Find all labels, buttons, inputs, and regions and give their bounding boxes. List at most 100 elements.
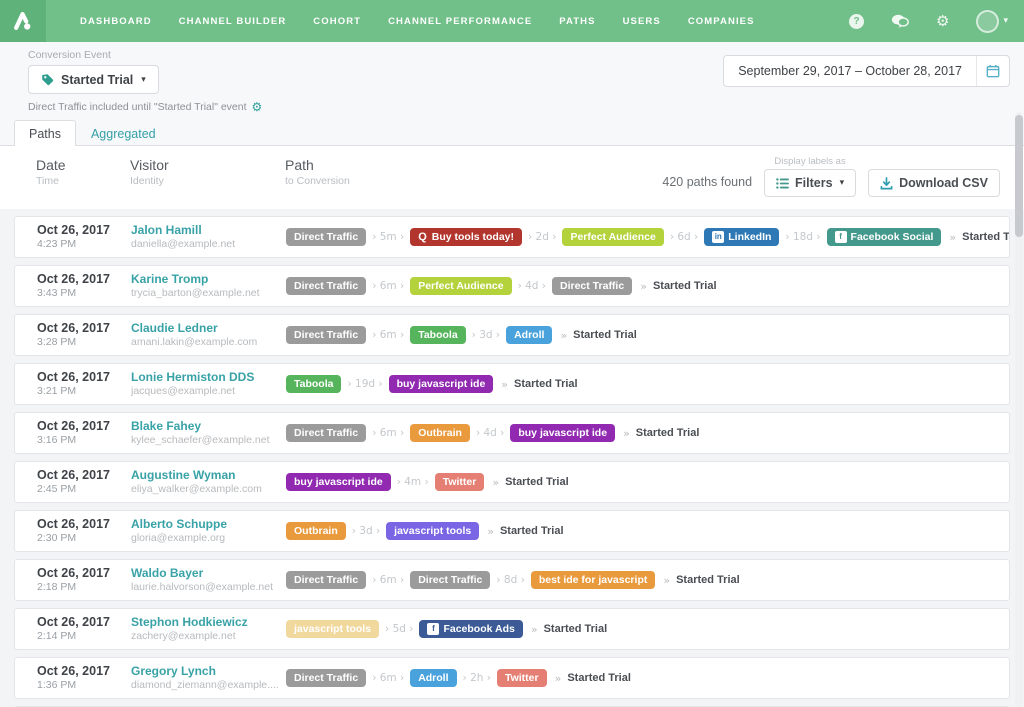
path-badge[interactable]: Perfect Audience: [410, 277, 511, 295]
cell-path: Outbrain› 3d ›javascript tools»Started T…: [286, 522, 1009, 540]
path-badge[interactable]: buy javascript ide: [510, 424, 615, 442]
app-logo[interactable]: [0, 0, 46, 42]
tab-paths[interactable]: Paths: [14, 120, 76, 146]
cell-path: Direct Traffic› 6m ›Direct Traffic› 8d ›…: [286, 571, 1009, 589]
path-badge[interactable]: buy javascript ide: [389, 375, 494, 393]
scrollbar-thumb[interactable]: [1015, 115, 1023, 237]
facebook-icon: f: [835, 231, 847, 243]
header-controls: 420 paths found Display labels as Filter…: [662, 156, 1000, 197]
visitor-name-link[interactable]: Jalon Hamill: [131, 223, 286, 238]
path-badge[interactable]: Perfect Audience: [562, 228, 663, 246]
visitor-name-link[interactable]: Augustine Wyman: [131, 468, 286, 483]
path-badge[interactable]: Taboola: [410, 326, 465, 344]
path-badge[interactable]: Adroll: [410, 669, 456, 687]
gear-icon[interactable]: ⚙: [936, 14, 949, 29]
list-icon: [776, 178, 789, 189]
visitor-name-link[interactable]: Stephon Hodkiewicz: [131, 615, 286, 630]
row-time: 4:23 PM: [37, 238, 131, 251]
path-badge[interactable]: inLinkedIn: [704, 228, 779, 246]
path-badge[interactable]: Direct Traffic: [286, 326, 366, 344]
visitor-name-link[interactable]: Alberto Schuppe: [131, 517, 286, 532]
table-row[interactable]: Oct 26, 20172:45 PMAugustine Wymaneliya_…: [14, 461, 1010, 503]
row-time: 2:14 PM: [37, 630, 131, 643]
table-row[interactable]: Oct 26, 20173:28 PMClaudie Ledneramani.l…: [14, 314, 1010, 356]
table-row[interactable]: Oct 26, 20173:43 PMKarine Tromptrycia_ba…: [14, 265, 1010, 307]
path-badge[interactable]: Twitter: [435, 473, 485, 491]
user-menu[interactable]: ▾: [976, 10, 1008, 33]
nav-item-paths[interactable]: PATHS: [559, 16, 595, 27]
nav-item-cohort[interactable]: COHORT: [313, 16, 361, 27]
path-badge[interactable]: Direct Traffic: [286, 424, 366, 442]
nav-item-users[interactable]: USERS: [623, 16, 661, 27]
row-date: Oct 26, 2017: [37, 517, 131, 532]
table-row[interactable]: Oct 26, 20172:18 PMWaldo Bayerlaurie.hal…: [14, 559, 1010, 601]
help-icon[interactable]: ?: [849, 14, 864, 29]
calendar-icon[interactable]: [976, 56, 1009, 86]
table-row[interactable]: Oct 26, 20172:14 PMStephon Hodkiewiczzac…: [14, 608, 1010, 650]
visitor-name-link[interactable]: Blake Fahey: [131, 419, 286, 434]
nav-item-companies[interactable]: COMPANIES: [688, 16, 755, 27]
cell-date: Oct 26, 20172:45 PM: [37, 468, 131, 496]
table-row[interactable]: Oct 26, 20173:16 PMBlake Faheykylee_scha…: [14, 412, 1010, 454]
date-range-picker[interactable]: September 29, 2017 – October 28, 2017: [723, 55, 1010, 87]
path-badge[interactable]: QBuy tools today!: [410, 228, 522, 246]
cell-visitor: Waldo Bayerlaurie.halvorson@example.net: [131, 566, 286, 594]
path-delay: › 6m ›: [372, 672, 404, 684]
table-row[interactable]: Oct 26, 20171:36 PMGregory Lynchdiamond_…: [14, 657, 1010, 699]
path-badge[interactable]: Outbrain: [410, 424, 470, 442]
path-badge[interactable]: fFacebook Ads: [419, 620, 522, 638]
path-badge[interactable]: Twitter: [497, 669, 547, 687]
conversion-label: Started Trial: [500, 525, 564, 537]
path-badge[interactable]: Direct Traffic: [286, 277, 366, 295]
tab-aggregated[interactable]: Aggregated: [76, 120, 171, 146]
download-csv-button[interactable]: Download CSV: [868, 169, 1000, 197]
row-time: 3:21 PM: [37, 385, 131, 398]
row-time: 2:45 PM: [37, 483, 131, 496]
note-settings-icon[interactable]: ⚙: [252, 101, 263, 113]
attribution-logo-icon: [12, 10, 34, 32]
visitor-email: diamond_ziemann@example....: [131, 679, 279, 692]
table-row[interactable]: Oct 26, 20174:23 PMJalon Hamilldaniella@…: [14, 216, 1010, 258]
double-chevron-icon: »: [487, 525, 494, 538]
visitor-name-link[interactable]: Claudie Ledner: [131, 321, 286, 336]
visitor-name-link[interactable]: Gregory Lynch: [131, 664, 286, 679]
cell-visitor: Jalon Hamilldaniella@example.net: [131, 223, 286, 251]
path-badge[interactable]: fFacebook Social: [827, 228, 942, 246]
scrollbar-track[interactable]: [1015, 112, 1023, 707]
visitor-name-link[interactable]: Karine Tromp: [131, 272, 286, 287]
cell-date: Oct 26, 20174:23 PM: [37, 223, 131, 251]
row-date: Oct 26, 2017: [37, 370, 131, 385]
path-badge[interactable]: Direct Traffic: [552, 277, 632, 295]
cell-visitor: Gregory Lynchdiamond_ziemann@example....: [131, 664, 286, 692]
visitor-name-link[interactable]: Lonie Hermiston DDS: [131, 370, 286, 385]
row-time: 2:30 PM: [37, 532, 131, 545]
path-badge[interactable]: javascript tools: [286, 620, 379, 638]
visitor-name-link[interactable]: Waldo Bayer: [131, 566, 286, 581]
column-visitor: Visitor Identity: [130, 156, 285, 188]
filters-button[interactable]: Filters ▾: [764, 169, 856, 197]
conversion-label: Started Trial: [676, 574, 740, 586]
conversion-label: Started Trial: [636, 427, 700, 439]
table-row[interactable]: Oct 26, 20173:21 PMLonie Hermiston DDSja…: [14, 363, 1010, 405]
path-badge[interactable]: Direct Traffic: [286, 228, 366, 246]
chat-icon[interactable]: [891, 14, 909, 28]
path-badge[interactable]: Adroll: [506, 326, 552, 344]
nav-item-dashboard[interactable]: DASHBOARD: [80, 16, 152, 27]
nav-item-channel-performance[interactable]: CHANNEL PERFORMANCE: [388, 16, 532, 27]
cell-date: Oct 26, 20171:36 PM: [37, 664, 131, 692]
path-badge[interactable]: buy javascript ide: [286, 473, 391, 491]
path-badge[interactable]: Direct Traffic: [410, 571, 490, 589]
path-delay: › 3d ›: [472, 329, 500, 341]
path-badge[interactable]: Taboola: [286, 375, 341, 393]
path-badge[interactable]: Direct Traffic: [286, 669, 366, 687]
conversion-event-button[interactable]: Started Trial ▾: [28, 65, 159, 94]
date-range-value: September 29, 2017 – October 28, 2017: [724, 56, 976, 86]
path-badge[interactable]: Outbrain: [286, 522, 346, 540]
path-badge[interactable]: javascript tools: [386, 522, 479, 540]
path-badge[interactable]: Direct Traffic: [286, 571, 366, 589]
cell-date: Oct 26, 20173:28 PM: [37, 321, 131, 349]
table-row[interactable]: Oct 26, 20172:30 PMAlberto Schuppegloria…: [14, 510, 1010, 552]
path-badge[interactable]: best ide for javascript: [531, 571, 656, 589]
column-path: Path to Conversion: [285, 156, 350, 188]
nav-item-channel-builder[interactable]: CHANNEL BUILDER: [179, 16, 287, 27]
